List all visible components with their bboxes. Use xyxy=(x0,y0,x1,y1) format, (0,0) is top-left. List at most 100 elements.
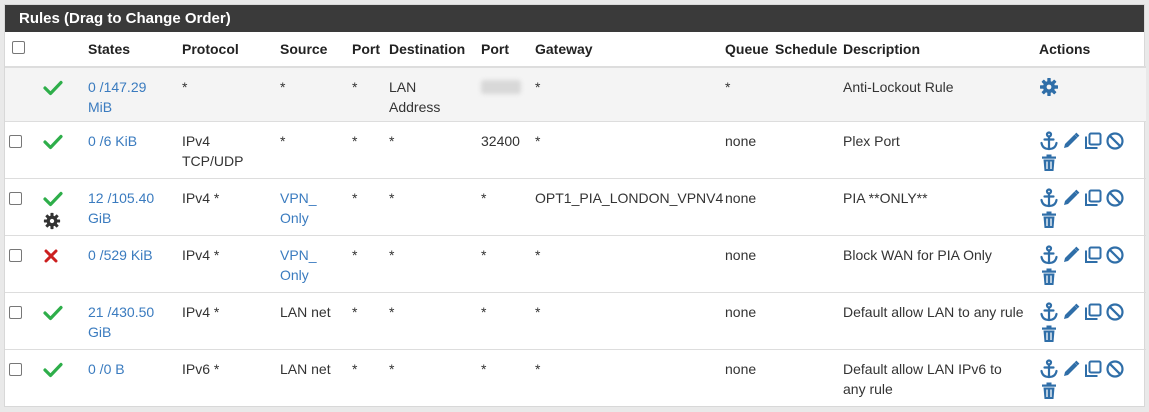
disable-icon[interactable] xyxy=(1105,188,1125,208)
dest-port-value: 32400 xyxy=(477,120,531,178)
dest-port-value: * xyxy=(477,348,531,406)
destination-value-line2: Address xyxy=(389,99,441,115)
dest-port-value: * xyxy=(477,291,531,349)
col-queue[interactable]: Queue xyxy=(721,32,771,68)
row-checkbox[interactable] xyxy=(9,134,22,148)
states-unit[interactable]: GiB xyxy=(88,208,174,228)
states-unit[interactable]: MiB xyxy=(88,97,174,117)
pencil-icon[interactable] xyxy=(1061,359,1081,379)
col-gateway[interactable]: Gateway xyxy=(531,32,721,68)
pencil-icon[interactable] xyxy=(1061,188,1081,208)
schedule-value xyxy=(771,66,839,121)
trash-icon[interactable] xyxy=(1039,210,1059,230)
states-value[interactable]: 0 /529 KiB xyxy=(88,245,174,265)
anchor-icon[interactable] xyxy=(1039,244,1059,265)
table-row[interactable]: 0 /147.29 MiB * * * LAN Address * * Anti-L… xyxy=(5,66,1146,121)
table-row[interactable]: 12 /105.40 GiB IPv4 * VPN_ Only * * * OPT1… xyxy=(5,177,1146,235)
col-destination[interactable]: Destination xyxy=(385,32,477,68)
check-icon[interactable] xyxy=(43,362,63,378)
trash-icon[interactable] xyxy=(1039,381,1059,401)
row-actions xyxy=(1035,348,1146,406)
schedule-value xyxy=(771,348,839,406)
panel-title: Rules (Drag to Change Order) xyxy=(5,5,1144,32)
col-states[interactable]: States xyxy=(84,32,178,68)
row-checkbox[interactable] xyxy=(9,305,22,319)
table-row[interactable]: 0 /6 KiB IPv4 TCP/UDP * * * 32400 * none … xyxy=(5,120,1146,178)
copy-icon[interactable] xyxy=(1083,131,1103,151)
source-port-value: * xyxy=(348,120,385,178)
description-value: Block WAN for PIA Only xyxy=(839,234,1035,292)
queue-value: none xyxy=(721,348,771,406)
gateway-value: OPT1_PIA_LONDON_VPNV4 xyxy=(531,177,723,235)
protocol-value: IPv6 * xyxy=(178,348,276,406)
destination-value: * xyxy=(385,234,477,292)
queue-value: * xyxy=(721,66,771,121)
dest-port-value: * xyxy=(477,234,531,292)
gateway-value: * xyxy=(531,234,721,292)
table-row[interactable]: 21 /430.50 GiB IPv4 * LAN net * * * * non… xyxy=(5,291,1146,349)
table-row[interactable]: 0 /0 B IPv6 * LAN net * * * * none Defau… xyxy=(5,348,1146,406)
copy-icon[interactable] xyxy=(1083,245,1103,265)
source-alias-link-line2[interactable]: Only xyxy=(280,208,344,228)
row-actions xyxy=(1035,234,1146,292)
source-port-value: * xyxy=(348,66,385,121)
states-value[interactable]: 0 /6 KiB xyxy=(88,131,174,151)
row-checkbox[interactable] xyxy=(9,362,22,376)
states-value[interactable]: 0 /147.29 xyxy=(88,77,174,97)
pencil-icon[interactable] xyxy=(1061,302,1081,322)
disable-icon[interactable] xyxy=(1105,302,1125,322)
destination-value: * xyxy=(385,120,477,178)
col-description[interactable]: Description xyxy=(839,32,1035,68)
anchor-icon[interactable] xyxy=(1039,358,1059,379)
disable-icon[interactable] xyxy=(1105,359,1125,379)
gear-icon xyxy=(43,212,61,229)
source-alias-link[interactable]: VPN_ xyxy=(280,245,344,265)
anchor-icon[interactable] xyxy=(1039,301,1059,322)
copy-icon[interactable] xyxy=(1083,188,1103,208)
trash-icon[interactable] xyxy=(1039,153,1059,173)
states-value[interactable]: 12 /105.40 xyxy=(88,188,174,208)
col-dest-port[interactable]: Port xyxy=(477,32,531,68)
col-source-port[interactable]: Port xyxy=(348,32,385,68)
anchor-icon[interactable] xyxy=(1039,187,1059,208)
disable-icon[interactable] xyxy=(1105,131,1125,151)
source-alias-link[interactable]: VPN_ xyxy=(280,188,344,208)
col-schedule[interactable]: Schedule xyxy=(771,32,839,68)
copy-icon[interactable] xyxy=(1083,359,1103,379)
source-port-value: * xyxy=(348,234,385,292)
row-checkbox[interactable] xyxy=(9,191,22,205)
states-unit[interactable]: GiB xyxy=(88,322,174,342)
gear-icon[interactable] xyxy=(1039,77,1059,97)
destination-value: * xyxy=(385,177,477,235)
schedule-value xyxy=(771,234,839,292)
disable-icon[interactable] xyxy=(1105,245,1125,265)
source-value: LAN net xyxy=(276,291,348,349)
col-source[interactable]: Source xyxy=(276,32,348,68)
row-actions xyxy=(1035,291,1146,349)
queue-value: none xyxy=(721,234,771,292)
pencil-icon[interactable] xyxy=(1061,131,1081,151)
check-icon[interactable] xyxy=(43,191,63,207)
col-protocol[interactable]: Protocol xyxy=(178,32,276,68)
source-port-value: * xyxy=(348,348,385,406)
check-icon[interactable] xyxy=(43,305,63,321)
pencil-icon[interactable] xyxy=(1061,245,1081,265)
row-actions xyxy=(1035,120,1146,178)
gateway-value: * xyxy=(531,120,721,178)
trash-icon[interactable] xyxy=(1039,267,1059,287)
table-row[interactable]: 0 /529 KiB IPv4 * VPN_ Only * * * * none … xyxy=(5,234,1146,292)
source-alias-link-line2[interactable]: Only xyxy=(280,265,344,285)
states-value[interactable]: 0 /0 B xyxy=(88,359,174,379)
schedule-value xyxy=(771,120,839,178)
source-value: * xyxy=(276,66,348,121)
trash-icon[interactable] xyxy=(1039,324,1059,344)
row-checkbox[interactable] xyxy=(9,248,22,262)
queue-value: none xyxy=(721,177,771,235)
anchor-icon[interactable] xyxy=(1039,130,1059,151)
copy-icon[interactable] xyxy=(1083,302,1103,322)
check-icon[interactable] xyxy=(43,134,63,150)
x-icon[interactable] xyxy=(43,248,59,264)
states-value[interactable]: 21 /430.50 xyxy=(88,302,174,322)
source-port-value: * xyxy=(348,291,385,349)
select-all-checkbox[interactable] xyxy=(5,32,35,68)
